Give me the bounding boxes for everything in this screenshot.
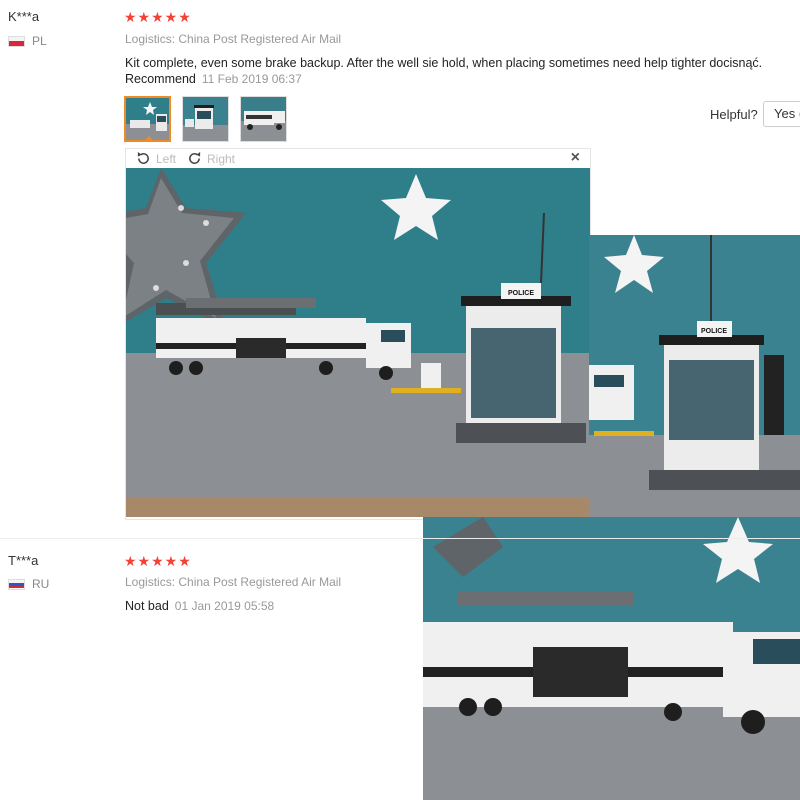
rotate-left-icon	[137, 151, 149, 164]
review-date: 01 Jan 2019 05:58	[174, 599, 275, 613]
review-body: Kit complete, even some brake backup. Af…	[125, 56, 763, 70]
reviewer-country: RU	[8, 577, 49, 591]
logistics-info: Logistics: China Post Registered Air Mai…	[125, 32, 342, 46]
review-divider	[0, 538, 800, 539]
review-photo-main: POLICE	[126, 168, 590, 517]
country-code: RU	[32, 577, 50, 591]
helpful-yes-button[interactable]: Yes (	[763, 101, 800, 127]
review-item: T***a RU ★★★★★ Logistics: China Post Reg…	[0, 540, 800, 620]
rotate-right-icon	[189, 151, 201, 164]
photo-sign-text: POLICE	[508, 290, 534, 297]
review-body: Not bad	[125, 599, 169, 613]
reviewer-name: T***a	[8, 553, 39, 568]
rating-stars: ★★★★★	[124, 9, 192, 25]
rating-stars: ★★★★★	[124, 553, 192, 569]
rotate-left-label: Left	[156, 151, 177, 166]
viewer-toolbar: Left Right ×	[126, 149, 590, 169]
poland-flag-icon	[8, 35, 25, 47]
helpful-label: Helpful?	[710, 107, 758, 122]
russia-flag-icon	[8, 578, 25, 590]
rotate-right-label: Right	[207, 151, 236, 166]
rotate-right-button[interactable]: Right	[187, 151, 235, 166]
review-photo-zoom-1: POLICE	[589, 235, 800, 517]
thumbnail-2[interactable]	[182, 96, 229, 142]
country-code: PL	[32, 34, 47, 48]
review-date: 11 Feb 2019 06:37	[201, 72, 302, 86]
reviewer-country: PL	[8, 34, 47, 48]
logistics-info: Logistics: China Post Registered Air Mai…	[125, 575, 342, 589]
review-text: Kit complete, even some brake backup. Af…	[125, 55, 795, 87]
photo-sign-text-2: POLICE	[701, 328, 727, 335]
review-thumbnails	[124, 96, 287, 142]
thumbnail-3[interactable]	[240, 96, 287, 142]
review-text: Not bad 01 Jan 2019 05:58	[125, 598, 415, 614]
rotate-left-button[interactable]: Left	[136, 151, 176, 166]
review-body-line2: Recommend	[125, 72, 196, 86]
thumbnail-1[interactable]	[124, 96, 171, 142]
reviewer-name: K***a	[8, 9, 40, 24]
close-viewer-button[interactable]: ×	[571, 149, 580, 167]
